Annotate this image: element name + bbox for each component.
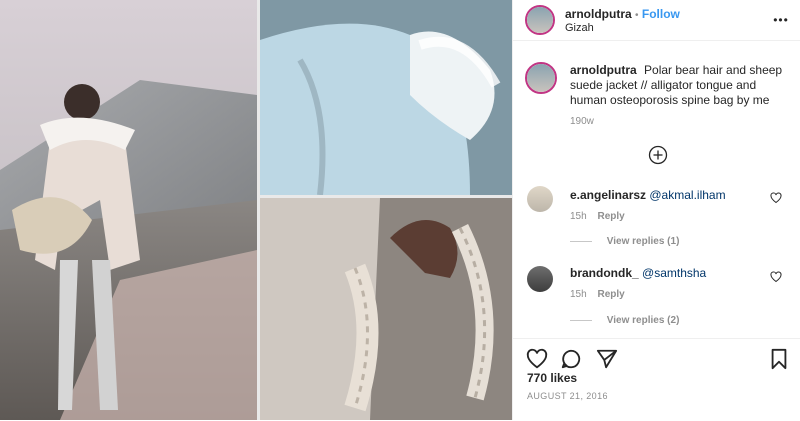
- comment-row: e.angelinarsz @akmal.ilham: [570, 188, 726, 202]
- comment-text[interactable]: @akmal.ilham: [649, 188, 725, 202]
- comment-time: 15h: [570, 289, 587, 300]
- comment-avatar[interactable]: [527, 186, 553, 212]
- post-side-panel: arnoldputra • Follow Gizah ••• arnoldput…: [512, 0, 800, 420]
- caption-timestamp: 190w: [570, 116, 594, 127]
- comment-icon: [561, 349, 581, 369]
- comment-like-button[interactable]: [769, 191, 783, 205]
- author-avatar[interactable]: [525, 5, 555, 35]
- comment-meta: 15h Reply: [570, 211, 625, 222]
- post-date: AUGUST 21, 2016: [527, 391, 608, 401]
- like-button[interactable]: [525, 347, 549, 371]
- photo-model-on-pyramid: [0, 0, 257, 420]
- dot-separator: •: [635, 10, 639, 21]
- caption-author-avatar[interactable]: [525, 62, 557, 94]
- comment-username[interactable]: brandondk_: [570, 266, 639, 280]
- load-more-comments-button[interactable]: [647, 144, 669, 166]
- share-button[interactable]: [595, 347, 619, 371]
- more-options-icon[interactable]: •••: [769, 12, 793, 28]
- comment-time: 15h: [570, 211, 587, 222]
- caption-username[interactable]: arnoldputra: [570, 63, 637, 77]
- view-replies[interactable]: View replies (2): [570, 315, 679, 326]
- comment-button[interactable]: [559, 347, 583, 371]
- share-icon: [596, 349, 618, 369]
- photo-spine-illustration: [260, 198, 512, 420]
- post-location[interactable]: Gizah: [565, 22, 594, 34]
- view-replies[interactable]: View replies (1): [570, 236, 679, 247]
- comment-avatar[interactable]: [527, 266, 553, 292]
- plus-circle-icon: [648, 145, 668, 165]
- heart-icon: [770, 271, 782, 283]
- replies-divider: [570, 240, 592, 242]
- comment-reply-button[interactable]: Reply: [597, 289, 624, 300]
- view-replies-label[interactable]: View replies (2): [607, 315, 680, 326]
- photo-spine-bag: [260, 198, 512, 420]
- replies-divider: [570, 319, 592, 321]
- post-image-collage[interactable]: [0, 0, 512, 420]
- photo-model-illustration: [0, 0, 257, 420]
- comment-text[interactable]: @samthsha: [642, 266, 706, 280]
- view-replies-label[interactable]: View replies (1): [607, 236, 680, 247]
- bookmark-icon: [771, 348, 787, 370]
- comment-meta: 15h Reply: [570, 289, 625, 300]
- comment-row: brandondk_ @samthsha: [570, 266, 706, 280]
- photo-fur-illustration: [260, 0, 512, 195]
- post-caption: arnoldputra Polar bear hair and sheep su…: [570, 63, 792, 108]
- photo-fur-shoulder: [260, 0, 512, 195]
- follow-button[interactable]: Follow: [642, 7, 680, 21]
- comment-reply-button[interactable]: Reply: [597, 211, 624, 222]
- comment-like-button[interactable]: [769, 270, 783, 284]
- author-username[interactable]: arnoldputra: [565, 7, 632, 21]
- heart-icon: [526, 348, 548, 369]
- heart-icon: [770, 192, 782, 204]
- likes-count[interactable]: 770 likes: [527, 371, 577, 385]
- post-header: arnoldputra • Follow Gizah •••: [513, 0, 800, 41]
- comment-username[interactable]: e.angelinarsz: [570, 188, 646, 202]
- post-actions-bar: 770 likes AUGUST 21, 2016: [513, 338, 800, 421]
- save-button[interactable]: [767, 347, 791, 371]
